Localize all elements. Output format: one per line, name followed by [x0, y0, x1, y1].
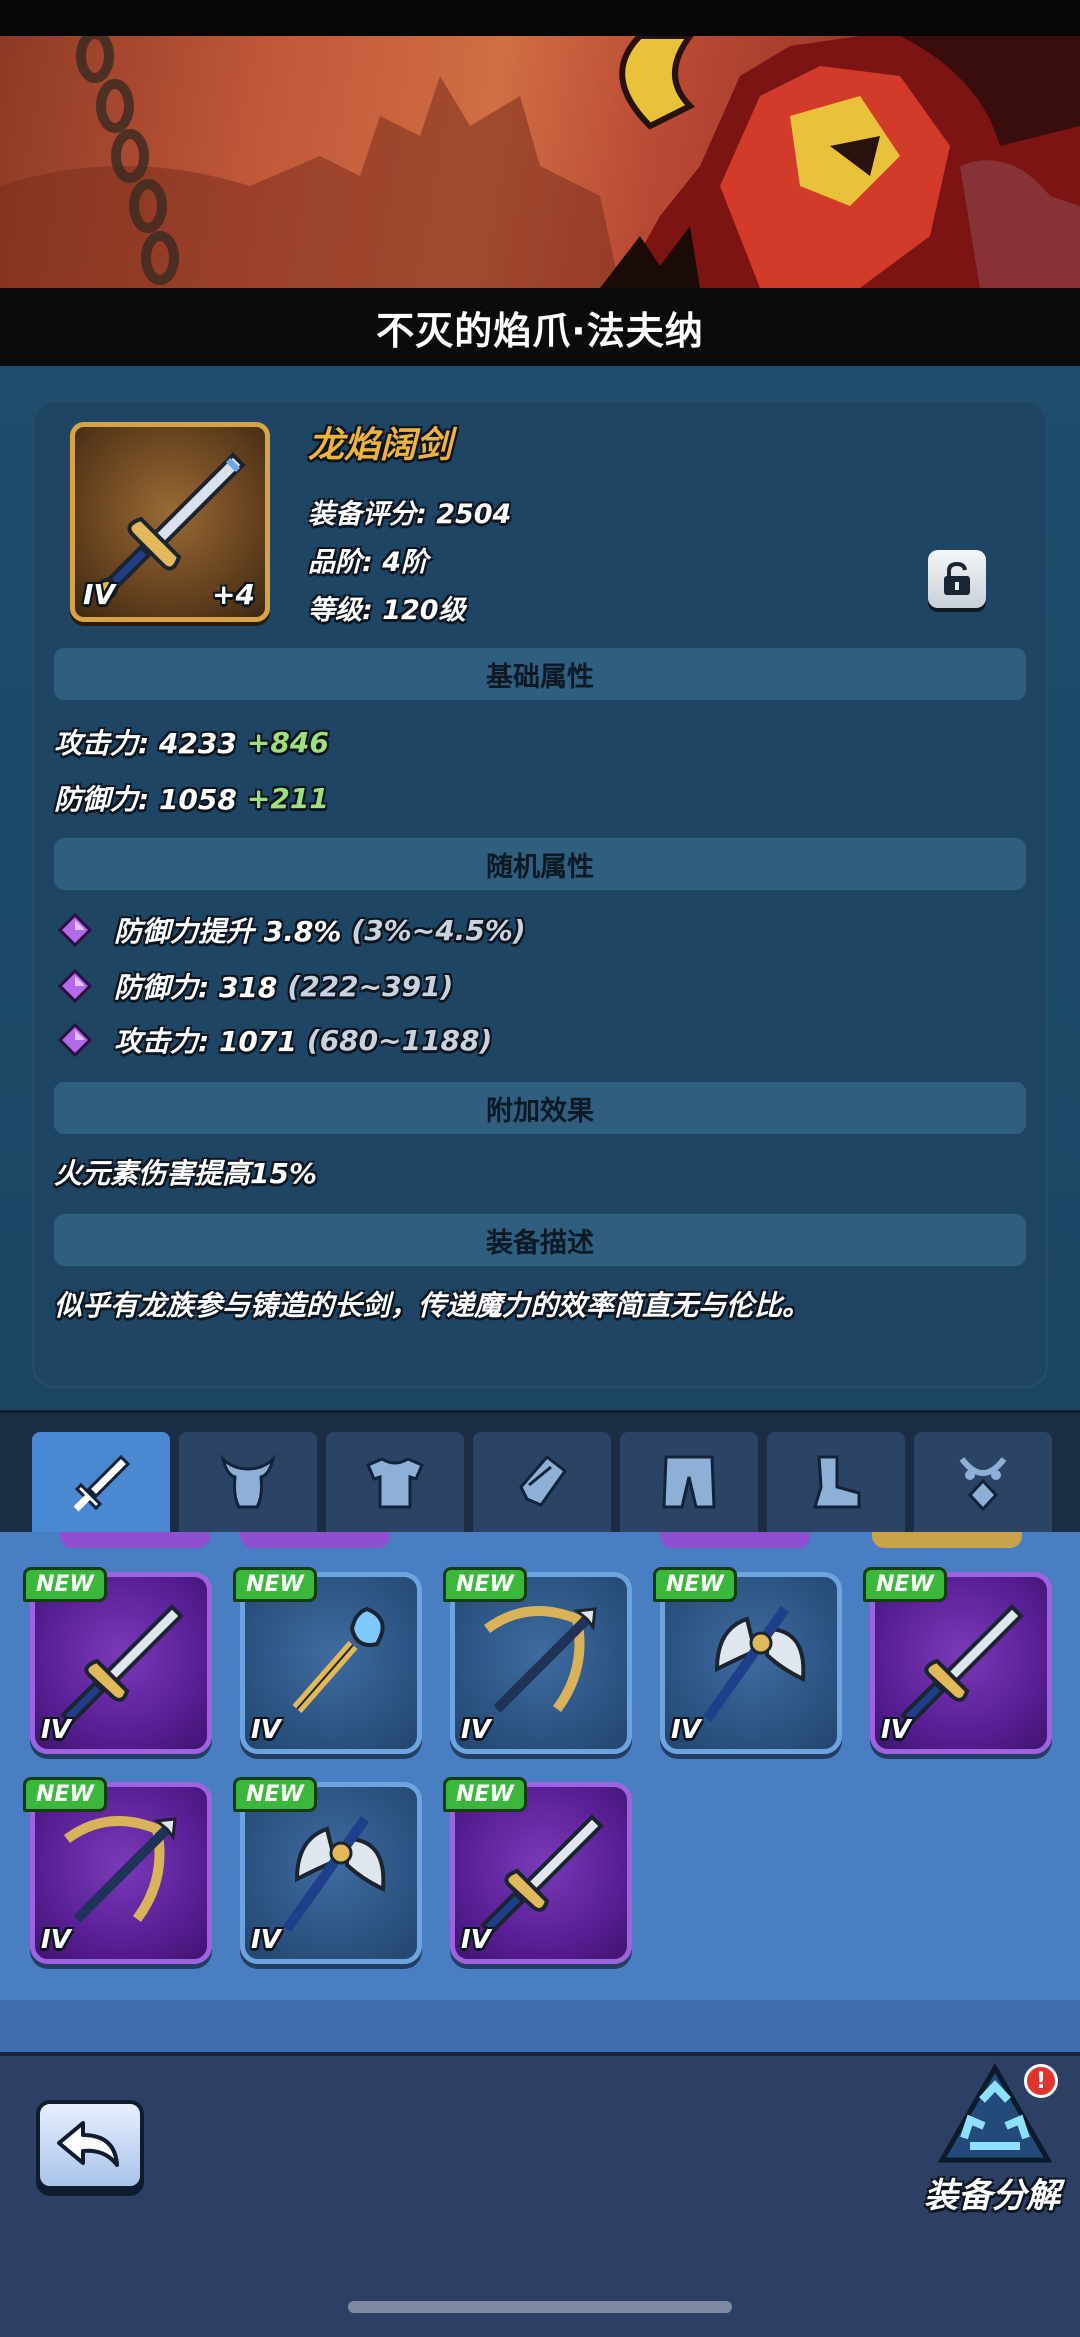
hero-banner [0, 36, 1080, 288]
attr-range: (3%~4.5%) [351, 913, 526, 947]
helmet-icon [220, 1454, 276, 1509]
alert-badge: ! [1024, 2064, 1058, 2098]
pants-icon [662, 1455, 716, 1509]
inventory-item[interactable]: NEW IV [653, 1567, 842, 1754]
partial-row-slot [660, 1532, 810, 1548]
item-tier-badge: IV [461, 1715, 491, 1745]
random-attr-1: 防御力提升 3.8% (3%~4.5%) [58, 910, 526, 950]
lock-button[interactable] [928, 550, 986, 608]
tab-necklace[interactable] [914, 1432, 1052, 1532]
item-tier-badge: IV [881, 1715, 911, 1745]
tab-pants[interactable] [620, 1432, 758, 1532]
section-title: 装备描述 [486, 1227, 594, 1259]
new-badge: NEW [443, 1777, 527, 1812]
boots-icon [812, 1455, 861, 1509]
random-attr-2: 防御力: 318 (222~391) [58, 966, 453, 1006]
sword-icon [73, 1454, 131, 1512]
basic-attr-defense: 防御力: 1058 +211 [54, 778, 329, 818]
basic-attr-attack: 攻击力: 4233 +846 [54, 722, 329, 762]
random-attr-3: 攻击力: 1071 (680~1188) [58, 1020, 492, 1060]
new-badge: NEW [863, 1567, 947, 1602]
inventory-item[interactable]: NEW IV [23, 1777, 212, 1964]
item-tier-badge: IV [41, 1925, 71, 1955]
unlock-icon [944, 561, 970, 595]
back-arrow-icon [57, 2121, 119, 2167]
armor-icon [366, 1457, 424, 1509]
tab-gauntlet[interactable] [473, 1432, 611, 1532]
new-badge: NEW [23, 1777, 107, 1812]
attr-bonus: +211 [246, 781, 329, 815]
section-title: 随机属性 [486, 851, 594, 883]
section-title: 附加效果 [486, 1095, 594, 1127]
attr-bonus: +846 [246, 725, 329, 759]
item-tier-badge: IV [83, 578, 116, 611]
tab-weapon[interactable] [32, 1432, 170, 1532]
item-name: 龙焰阔剑 [308, 425, 453, 466]
selected-item-icon: IV +4 [70, 422, 270, 622]
hero-name: 不灭的焰爪·法夫纳 [376, 308, 704, 353]
gem-diamond-icon [58, 913, 92, 947]
bottom-bar [0, 2052, 1080, 2337]
new-badge: NEW [653, 1567, 737, 1602]
tab-boots[interactable] [767, 1432, 905, 1532]
attr-label: 攻击力: 1071 [114, 1025, 297, 1058]
item-description: 似乎有龙族参与铸造的长剑，传递魔力的效率简直无与伦比。 [54, 1289, 811, 1322]
attr-range: (222~391) [287, 969, 454, 1003]
section-basic-attrs: 基础属性 [54, 648, 1026, 700]
tab-armor[interactable] [326, 1432, 464, 1532]
home-indicator [348, 2301, 732, 2313]
inventory-item[interactable]: NEW IV [23, 1567, 212, 1754]
tab-helmet[interactable] [179, 1432, 317, 1532]
inventory-item[interactable]: NEW IV [443, 1777, 632, 1964]
item-tier-badge: IV [461, 1925, 491, 1955]
item-grade: 品阶: 4阶 [308, 547, 428, 578]
decompose-label: 装备分解 [924, 2176, 1060, 2216]
inventory-item[interactable]: NEW IV [443, 1567, 632, 1754]
item-tier-badge: IV [671, 1715, 701, 1745]
section-random-attrs: 随机属性 [54, 838, 1026, 890]
item-tier-badge: IV [41, 1715, 71, 1745]
section-description: 装备描述 [54, 1214, 1026, 1266]
attr-label: 防御力: 1058 [54, 783, 237, 816]
item-tier-badge: IV [251, 1925, 281, 1955]
section-extra-effect: 附加效果 [54, 1082, 1026, 1134]
item-enhance-level: +4 [212, 578, 255, 611]
new-badge: NEW [233, 1777, 317, 1812]
inventory-item[interactable]: NEW IV [233, 1777, 422, 1964]
hero-title-bar: 不灭的焰爪·法夫纳 [0, 288, 1080, 366]
attr-range: (680~1188) [306, 1023, 493, 1057]
partial-row-slot [240, 1532, 390, 1548]
section-title: 基础属性 [486, 661, 594, 693]
hero-artwork [0, 36, 1080, 288]
status-bar-area [0, 0, 1080, 36]
item-score: 装备评分: 2504 [308, 499, 512, 530]
gauntlet-icon [519, 1454, 568, 1507]
item-level: 等级: 120级 [308, 595, 466, 626]
inventory-item[interactable]: NEW IV [863, 1567, 1052, 1754]
necklace-icon [959, 1457, 1007, 1512]
new-badge: NEW [233, 1567, 317, 1602]
extra-effect-text: 火元素伤害提高15% [54, 1157, 318, 1190]
gem-diamond-icon [58, 969, 92, 1003]
inventory-bottom-strip [0, 2000, 1080, 2052]
partial-row-slot [60, 1532, 210, 1548]
partial-row-slot [872, 1532, 1022, 1548]
attr-label: 防御力提升 3.8% [114, 915, 342, 948]
gem-diamond-icon [58, 1023, 92, 1057]
attr-label: 攻击力: 4233 [54, 727, 237, 760]
back-button[interactable] [36, 2100, 144, 2190]
new-badge: NEW [23, 1567, 107, 1602]
item-tier-badge: IV [251, 1715, 281, 1745]
attr-label: 防御力: 318 [114, 971, 278, 1004]
new-badge: NEW [443, 1567, 527, 1602]
inventory-item[interactable]: NEW IV [233, 1567, 422, 1754]
